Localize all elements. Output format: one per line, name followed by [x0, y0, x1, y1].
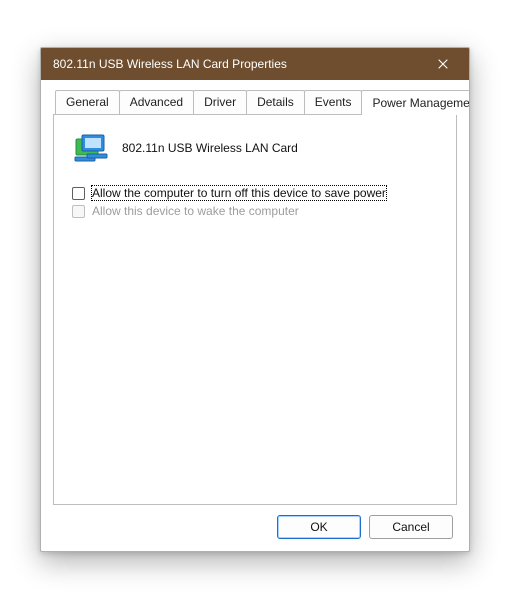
network-adapter-icon [74, 133, 110, 163]
checkbox-label: Allow the computer to turn off this devi… [92, 186, 386, 200]
dialog-body: General Advanced Driver Details Events P… [41, 80, 469, 551]
tab-general[interactable]: General [55, 90, 120, 114]
tab-page-power-management: 802.11n USB Wireless LAN Card Allow the … [53, 114, 457, 505]
tab-power-management[interactable]: Power Management [361, 90, 470, 115]
tab-strip: General Advanced Driver Details Events P… [53, 90, 457, 114]
window-title: 802.11n USB Wireless LAN Card Properties [53, 57, 423, 71]
checkbox-allow-turnoff[interactable]: Allow the computer to turn off this devi… [70, 185, 440, 203]
properties-dialog: 802.11n USB Wireless LAN Card Properties… [40, 47, 470, 552]
cancel-button[interactable]: Cancel [369, 515, 453, 539]
close-button[interactable] [423, 50, 463, 78]
checkbox-box [72, 205, 85, 218]
checkbox-box[interactable] [72, 187, 85, 200]
checkbox-allow-wake: Allow this device to wake the computer [70, 203, 440, 221]
ok-button[interactable]: OK [277, 515, 361, 539]
tab-driver[interactable]: Driver [193, 90, 247, 114]
device-name: 802.11n USB Wireless LAN Card [122, 141, 298, 155]
tab-details[interactable]: Details [246, 90, 305, 114]
titlebar[interactable]: 802.11n USB Wireless LAN Card Properties [41, 48, 469, 80]
device-row: 802.11n USB Wireless LAN Card [70, 129, 440, 185]
checkbox-label: Allow this device to wake the computer [92, 204, 299, 218]
tab-events[interactable]: Events [304, 90, 363, 114]
tab-advanced[interactable]: Advanced [119, 90, 194, 114]
close-icon [438, 57, 448, 72]
dialog-footer: OK Cancel [53, 505, 457, 539]
